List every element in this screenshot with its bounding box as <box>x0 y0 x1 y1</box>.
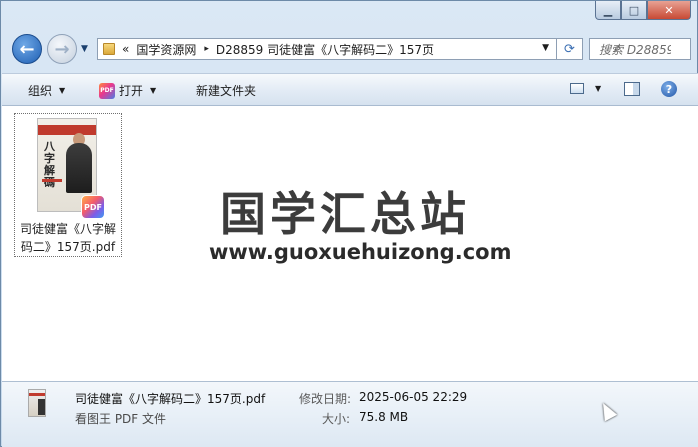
explorer-window: ▁ □ ✕ ← → ▼ « 国学资源网 ▸ D28859 司徒健富《八字解码二》… <box>0 0 698 447</box>
back-button[interactable]: ← <box>12 34 42 64</box>
pdf-badge-icon: PDF <box>81 195 105 219</box>
refresh-button[interactable]: ⟳ <box>557 38 583 60</box>
pdf-app-icon: PDF <box>99 82 115 99</box>
watermark-title: 国学汇总站 <box>220 187 470 241</box>
open-label: 打开 <box>119 84 144 98</box>
folder-icon <box>103 43 115 55</box>
views-icon[interactable] <box>570 83 584 94</box>
back-arrow-icon: ← <box>19 38 35 60</box>
cover-portrait <box>66 143 92 193</box>
breadcrumb-chevron[interactable]: « <box>122 42 129 56</box>
cover-stripe <box>42 179 62 182</box>
mouse-pointer-icon <box>596 399 618 422</box>
magnifier-icon: ⌕ <box>613 41 621 56</box>
forward-button[interactable]: → <box>47 34 77 64</box>
address-row: ← → ▼ « 国学资源网 ▸ D28859 司徒健富《八字解码二》157页 ▼… <box>1 31 697 69</box>
details-pane: 司徒健富《八字解码二》157页.pdf 看图王 PDF 文件 修改日期: 202… <box>2 381 698 447</box>
open-button[interactable]: PDF 打开 ▼ <box>99 82 156 99</box>
details-modified-value: 2025-06-05 22:29 <box>359 390 468 404</box>
file-name-line: 码二》157页.pdf <box>20 240 116 254</box>
search-input[interactable]: 搜索 D28859... ⌕ <box>589 38 691 60</box>
details-file-name: 司徒健富《八字解码二》157页.pdf <box>75 392 266 406</box>
chevron-down-icon: ▼ <box>150 86 157 95</box>
chevron-down-icon: ▼ <box>59 86 66 95</box>
details-file-type: 看图王 PDF 文件 <box>75 412 167 426</box>
new-folder-button[interactable]: 新建文件夹 <box>196 82 256 99</box>
breadcrumb-separator[interactable]: ▸ <box>204 44 209 54</box>
file-name: 司徒健富《八字解 码二》157页.pdf <box>15 220 121 256</box>
caption-buttons: ▁ □ ✕ <box>595 1 691 20</box>
details-size-value: 75.8 MB <box>359 410 409 424</box>
file-name-line: 司徒健富《八字解 <box>19 222 116 236</box>
command-bar: 组织 ▼ PDF 打开 ▼ 新建文件夹 ▼ ? <box>2 73 698 106</box>
help-icon[interactable]: ? <box>661 81 677 97</box>
details-size-label: 大小: <box>322 412 351 426</box>
breadcrumb-item[interactable]: 国学资源网 <box>136 41 196 58</box>
refresh-icon: ⟳ <box>564 41 575 57</box>
recent-pages-dropdown[interactable]: ▼ <box>81 44 88 54</box>
minimize-button[interactable]: ▁ <box>595 1 621 20</box>
details-thumbnail <box>28 389 46 417</box>
address-bar[interactable]: « 国学资源网 ▸ D28859 司徒健富《八字解码二》157页 ▼ <box>97 38 557 60</box>
watermark-url: www.guoxuehuizong.com <box>209 240 512 264</box>
preview-pane-icon[interactable] <box>624 82 640 96</box>
address-dropdown-icon[interactable]: ▼ <box>542 43 549 53</box>
views-dropdown-icon[interactable]: ▼ <box>595 84 601 93</box>
breadcrumb-item[interactable]: D28859 司徒健富《八字解码二》157页 <box>216 41 434 58</box>
details-modified-label: 修改日期: <box>299 392 352 406</box>
new-folder-label: 新建文件夹 <box>196 84 257 98</box>
close-button[interactable]: ✕ <box>647 1 691 20</box>
file-list: 八字解碼 PDF 司徒健富《八字解 码二》157页.pdf 国学汇总站 www.… <box>2 106 698 381</box>
cover-band <box>38 125 96 135</box>
file-item[interactable]: 八字解碼 PDF 司徒健富《八字解 码二》157页.pdf <box>14 113 122 257</box>
forward-arrow-icon: → <box>54 38 70 60</box>
organize-label: 组织 <box>28 84 53 98</box>
organize-button[interactable]: 组织 ▼ <box>28 82 65 99</box>
maximize-button[interactable]: □ <box>621 1 647 20</box>
